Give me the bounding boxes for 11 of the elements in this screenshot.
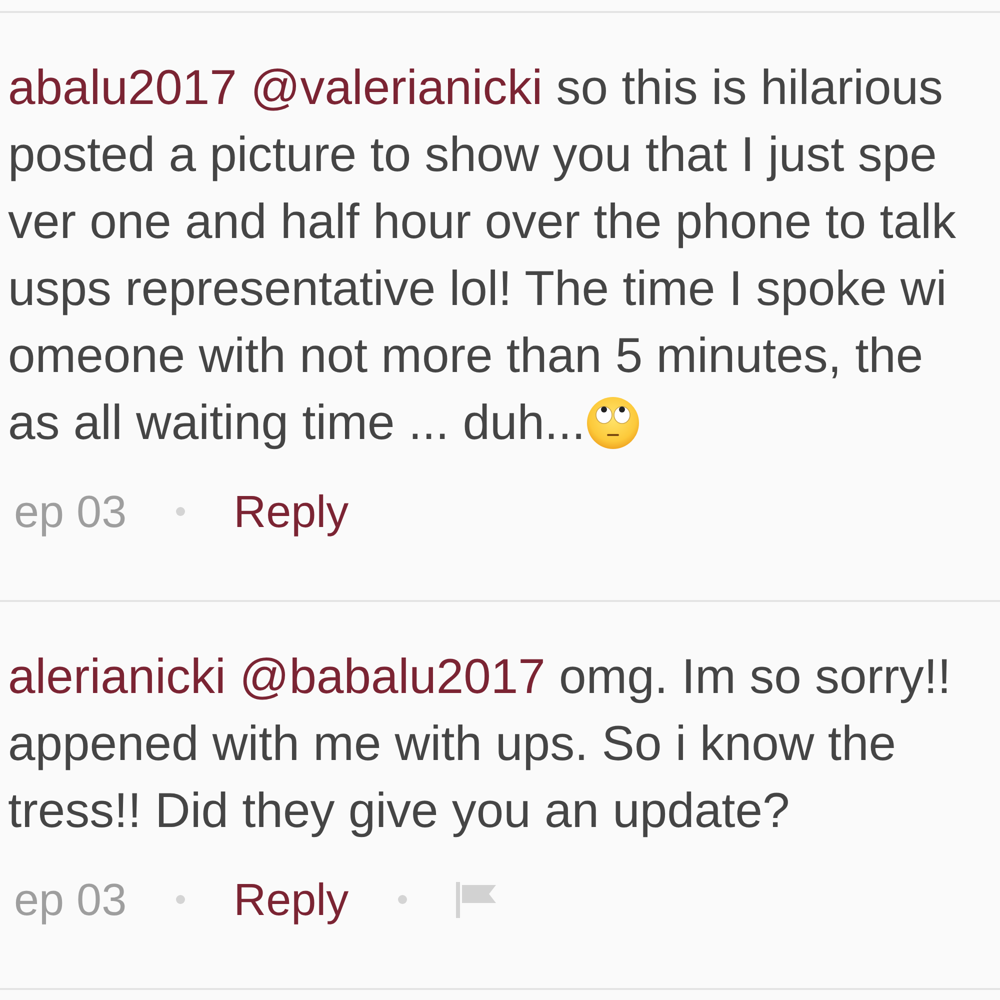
username-link[interactable]: alerianicki <box>8 650 226 704</box>
comment-date: ep 03 <box>14 874 127 926</box>
comment-date: ep 03 <box>14 486 127 538</box>
reply-link[interactable]: Reply <box>234 874 349 926</box>
flag-icon[interactable] <box>456 882 496 918</box>
mention-link[interactable]: @valerianicki <box>250 61 543 115</box>
comment-text: abalu2017 @valerianicki so this is hilarious posted a picture to show you that I just spe ver one and half hour over the phone to talk usps representative lol! The time I spoke wi omeone with not more than 5 minutes, the as all waiting time ... duh... <box>8 60 956 452</box>
reply-link[interactable]: Reply <box>234 486 349 538</box>
comment-text: alerianicki @babalu2017 omg. Im so sorry!! appened with me with ups. So i know the tress!! Did they give you an update? <box>8 649 952 840</box>
username-link[interactable]: abalu2017 <box>8 61 237 115</box>
mention-link[interactable]: @babalu2017 <box>240 650 546 704</box>
